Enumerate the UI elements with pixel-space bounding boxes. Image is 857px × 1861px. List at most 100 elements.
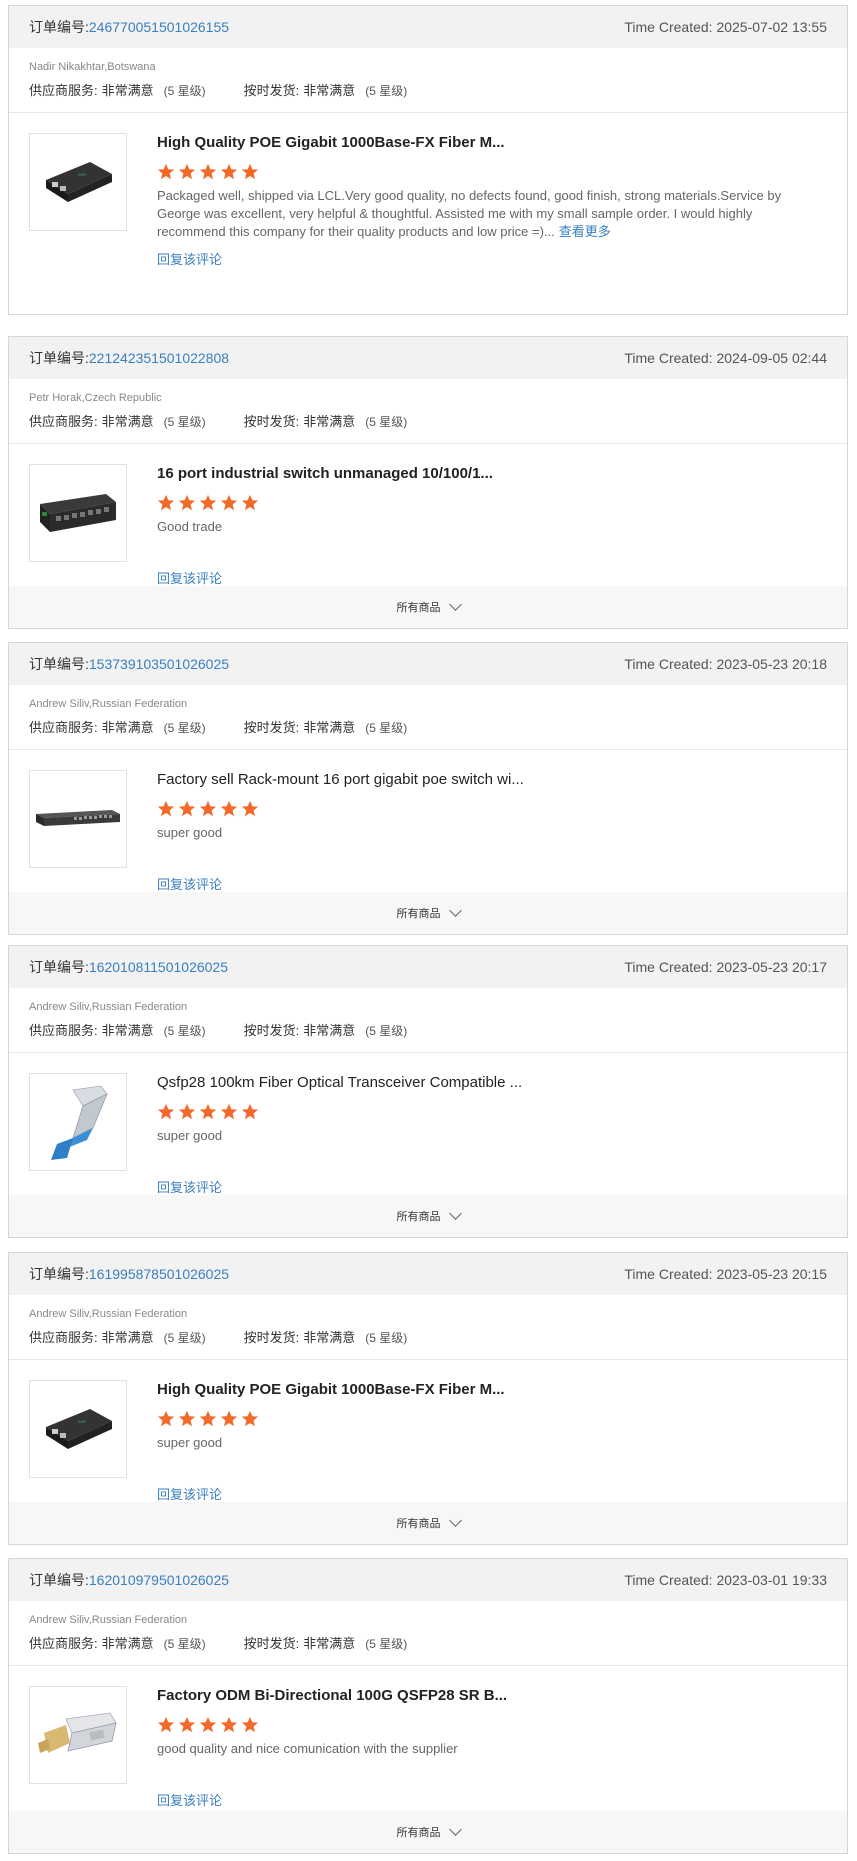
industrial-switch-icon bbox=[40, 494, 116, 532]
product-title[interactable]: Factory sell Rack-mount 16 port gigabit … bbox=[157, 770, 801, 790]
time-created-label: Time Created: bbox=[624, 1266, 713, 1282]
reply-link[interactable]: 回复该评论 bbox=[157, 568, 222, 587]
delivery-rating: 按时发货: 非常满意 (5 星级) bbox=[244, 82, 408, 100]
delivery-level: (5 星级) bbox=[365, 1024, 408, 1038]
card-header: 订单编号:162010979501026025 Time Created: 20… bbox=[9, 1559, 847, 1601]
reply-link[interactable]: 回复该评论 bbox=[157, 874, 222, 893]
supplier-service-value: 非常满意 bbox=[101, 1023, 154, 1038]
time-created-label: Time Created: bbox=[624, 350, 713, 366]
product-title[interactable]: High Quality POE Gigabit 1000Base-FX Fib… bbox=[157, 1380, 801, 1400]
star-icon bbox=[178, 800, 196, 817]
star-icon bbox=[220, 1716, 238, 1733]
star-rating bbox=[157, 494, 801, 512]
reply-link[interactable]: 回复该评论 bbox=[157, 1177, 222, 1196]
time-created-value: 2024-09-05 02:44 bbox=[716, 350, 827, 366]
time-created: Time Created: 2025-07-02 13:55 bbox=[624, 19, 827, 35]
product-title[interactable]: High Quality POE Gigabit 1000Base-FX Fib… bbox=[157, 133, 807, 153]
product-title[interactable]: Qsfp28 100km Fiber Optical Transceiver C… bbox=[157, 1073, 801, 1093]
service-ratings: 供应商服务: 非常满意 (5 星级) 按时发货: 非常满意 (5 星级) bbox=[29, 413, 827, 431]
order-number: 订单编号:161995878501026025 bbox=[29, 1264, 229, 1284]
star-icon bbox=[241, 1410, 259, 1427]
supplier-service-rating: 供应商服务: 非常满意 (5 星级) bbox=[29, 413, 206, 431]
order-number-label: 订单编号: bbox=[29, 1266, 89, 1282]
time-created-label: Time Created: bbox=[624, 959, 713, 975]
product-thumbnail[interactable] bbox=[29, 770, 127, 868]
card-header: 订单编号:162010811501026025 Time Created: 20… bbox=[9, 946, 847, 988]
supplier-service-value: 非常满意 bbox=[101, 1636, 154, 1651]
delivery-value: 非常满意 bbox=[303, 720, 356, 735]
delivery-level: (5 星级) bbox=[365, 84, 408, 98]
review-text: Packaged well, shipped via LCL.Very good… bbox=[157, 187, 807, 241]
reply-link[interactable]: 回复该评论 bbox=[157, 1790, 222, 1809]
reply-link[interactable]: 回复该评论 bbox=[157, 249, 222, 268]
chevron-down-icon bbox=[448, 1823, 462, 1836]
review-card: 订单编号:153739103501026025 Time Created: 20… bbox=[8, 642, 848, 935]
supplier-service-level: (5 星级) bbox=[163, 1637, 206, 1651]
buyer-info: Andrew Siliv,Russian Federation bbox=[29, 1001, 188, 1013]
review-card: 订单编号:246770051501026155 Time Created: 20… bbox=[8, 5, 848, 315]
product-title[interactable]: 16 port industrial switch unmanaged 10/1… bbox=[157, 464, 801, 484]
card-header: 订单编号:221242351501022808 Time Created: 20… bbox=[9, 337, 847, 379]
order-number-link[interactable]: 246770051501026155 bbox=[89, 19, 229, 35]
time-created-value: 2023-05-23 20:15 bbox=[716, 1266, 827, 1282]
delivery-rating: 按时发货: 非常满意 (5 星级) bbox=[244, 413, 408, 431]
review-card: 订单编号:162010979501026025 Time Created: 20… bbox=[8, 1558, 848, 1854]
all-products-toggle[interactable]: 所有商品 bbox=[9, 1811, 847, 1853]
order-number-link[interactable]: 162010979501026025 bbox=[89, 1572, 229, 1588]
star-icon bbox=[220, 1103, 238, 1120]
supplier-service-rating: 供应商服务: 非常满意 (5 星级) bbox=[29, 1329, 206, 1347]
time-created: Time Created: 2023-05-23 20:17 bbox=[624, 959, 827, 975]
star-icon bbox=[241, 1716, 259, 1733]
card-header: 订单编号:153739103501026025 Time Created: 20… bbox=[9, 643, 847, 685]
all-products-toggle[interactable]: 所有商品 bbox=[9, 1502, 847, 1544]
delivery-level: (5 星级) bbox=[365, 1637, 408, 1651]
product-thumbnail[interactable] bbox=[29, 1686, 127, 1784]
review-body: Packaged well, shipped via LCL.Very good… bbox=[157, 188, 782, 239]
see-more-link[interactable]: 查看更多 bbox=[559, 224, 611, 239]
review-text: super good bbox=[157, 1128, 223, 1143]
time-created-value: 2023-03-01 19:33 bbox=[716, 1572, 827, 1588]
supplier-service-rating: 供应商服务: 非常满意 (5 星级) bbox=[29, 1635, 206, 1653]
order-number-label: 订单编号: bbox=[29, 656, 89, 672]
delivery-value: 非常满意 bbox=[303, 1636, 356, 1651]
order-number: 订单编号:246770051501026155 bbox=[29, 17, 229, 37]
order-number-link[interactable]: 153739103501026025 bbox=[89, 656, 229, 672]
delivery-label: 按时发货: bbox=[243, 1330, 300, 1345]
star-icon bbox=[178, 1103, 196, 1120]
product-title[interactable]: Factory ODM Bi-Directional 100G QSFP28 S… bbox=[157, 1686, 801, 1706]
product-thumbnail[interactable]: WiFi bbox=[29, 1380, 127, 1478]
supplier-service-value: 非常满意 bbox=[101, 83, 154, 98]
order-number-label: 订单编号: bbox=[29, 1572, 89, 1588]
star-icon bbox=[220, 1410, 238, 1427]
order-number-link[interactable]: 161995878501026025 bbox=[89, 1266, 229, 1282]
order-number-link[interactable]: 221242351501022808 bbox=[89, 350, 229, 366]
supplier-service-level: (5 星级) bbox=[163, 721, 206, 735]
product-thumbnail[interactable]: WiFi bbox=[29, 133, 127, 231]
product-thumbnail[interactable] bbox=[29, 1073, 127, 1171]
time-created: Time Created: 2024-09-05 02:44 bbox=[624, 350, 827, 366]
card-header: 订单编号:161995878501026025 Time Created: 20… bbox=[9, 1253, 847, 1295]
order-number-link[interactable]: 162010811501026025 bbox=[89, 959, 228, 975]
all-products-toggle[interactable]: 所有商品 bbox=[9, 1195, 847, 1237]
divider bbox=[9, 1359, 847, 1360]
reply-link[interactable]: 回复该评论 bbox=[157, 1484, 222, 1503]
delivery-value: 非常满意 bbox=[303, 1330, 356, 1345]
review-text: super good bbox=[157, 1435, 223, 1450]
delivery-value: 非常满意 bbox=[303, 414, 356, 429]
buyer-info: Andrew Siliv,Russian Federation bbox=[29, 1614, 188, 1626]
order-number: 订单编号:162010979501026025 bbox=[29, 1570, 229, 1590]
star-icon bbox=[157, 1716, 175, 1733]
svg-text:WiFi: WiFi bbox=[78, 1419, 86, 1424]
delivery-value: 非常满意 bbox=[303, 83, 356, 98]
supplier-service-level: (5 星级) bbox=[163, 1331, 206, 1345]
order-number-label: 订单编号: bbox=[29, 350, 89, 366]
star-rating bbox=[157, 1716, 801, 1734]
all-products-toggle[interactable]: 所有商品 bbox=[9, 586, 847, 628]
time-created-label: Time Created: bbox=[624, 1572, 713, 1588]
product-thumbnail[interactable] bbox=[29, 464, 127, 562]
all-products-toggle[interactable]: 所有商品 bbox=[9, 892, 847, 934]
delivery-rating: 按时发货: 非常满意 (5 星级) bbox=[244, 1329, 408, 1347]
svg-text:WiFi: WiFi bbox=[78, 172, 86, 177]
star-icon bbox=[220, 800, 238, 817]
time-created: Time Created: 2023-05-23 20:15 bbox=[624, 1266, 827, 1282]
